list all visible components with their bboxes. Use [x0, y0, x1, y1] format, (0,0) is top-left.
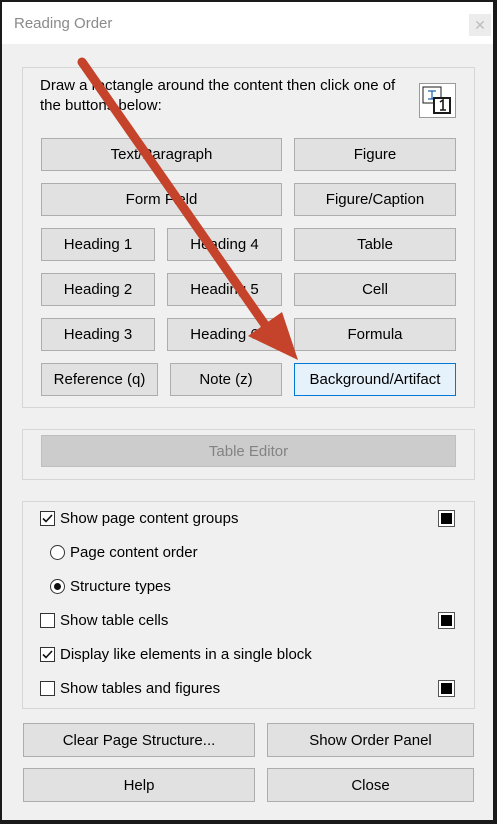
show-tables-figures-label: Show tables and figures	[60, 680, 221, 697]
page-content-order-label: Page content order	[70, 544, 198, 561]
tables-figures-color-swatch[interactable]	[438, 680, 455, 697]
show-table-cells-checkbox[interactable]	[40, 613, 55, 628]
close-window-icon[interactable]: ✕	[469, 14, 491, 36]
text-paragraph-button[interactable]: Text/Paragraph	[41, 138, 282, 171]
figure-caption-button[interactable]: Figure/Caption	[294, 183, 456, 216]
display-options-group	[22, 501, 475, 709]
heading-1-button[interactable]: Heading 1	[41, 228, 155, 261]
show-table-cells-label: Show table cells	[60, 612, 169, 629]
structure-types-label: Structure types	[70, 578, 171, 595]
reading-order-icon[interactable]	[419, 83, 456, 118]
form-field-button[interactable]: Form Field	[41, 183, 282, 216]
checkmark-icon	[42, 514, 53, 523]
display-like-elements-checkbox[interactable]	[40, 647, 55, 662]
cell-button[interactable]: Cell	[294, 273, 456, 306]
help-button[interactable]: Help	[23, 768, 255, 802]
heading-2-button[interactable]: Heading 2	[41, 273, 155, 306]
structure-types-radio[interactable]	[50, 579, 65, 594]
figure-button[interactable]: Figure	[294, 138, 456, 171]
background-artifact-button[interactable]: Background/Artifact	[294, 363, 456, 396]
heading-5-button[interactable]: Heading 5	[167, 273, 282, 306]
show-tables-figures-checkbox[interactable]	[40, 681, 55, 696]
show-page-content-groups-checkbox[interactable]	[40, 511, 55, 526]
heading-3-button[interactable]: Heading 3	[41, 318, 155, 351]
window-title: Reading Order	[14, 15, 113, 32]
instructions-text: Draw a rectangle around the content then…	[40, 77, 396, 114]
page-content-order-radio[interactable]	[50, 545, 65, 560]
table-editor-button[interactable]: Table Editor	[41, 435, 456, 467]
heading-4-button[interactable]: Heading 4	[167, 228, 282, 261]
display-like-elements-label: Display like elements in a single block	[60, 646, 312, 663]
close-button[interactable]: Close	[267, 768, 474, 802]
table-button[interactable]: Table	[294, 228, 456, 261]
formula-button[interactable]: Formula	[294, 318, 456, 351]
table-cells-color-swatch[interactable]	[438, 612, 455, 629]
close-glyph: ✕	[474, 17, 486, 33]
content-groups-color-swatch[interactable]	[438, 510, 455, 527]
heading-6-button[interactable]: Heading 6	[167, 318, 282, 351]
show-order-panel-button[interactable]: Show Order Panel	[267, 723, 474, 757]
show-page-content-groups-label: Show page content groups	[60, 510, 239, 527]
title-bar: Reading Order ✕	[2, 2, 493, 44]
clear-page-structure-button[interactable]: Clear Page Structure...	[23, 723, 255, 757]
checkmark-icon	[42, 650, 53, 659]
note-button[interactable]: Note (z)	[170, 363, 282, 396]
reference-button[interactable]: Reference (q)	[41, 363, 158, 396]
